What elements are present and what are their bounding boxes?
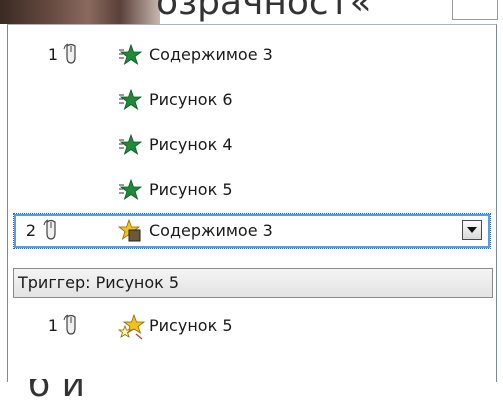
animation-list-item[interactable]: Рисунок 5: [8, 173, 496, 207]
mouse-click-icon: [43, 219, 56, 240]
green-star-entrance-icon: [119, 88, 142, 111]
slide-bottom-text: б й: [28, 379, 86, 401]
green-star-entrance-icon: [119, 43, 142, 66]
animation-label: Содержимое 3: [149, 45, 273, 64]
green-star-entrance-icon: [119, 178, 142, 201]
step-number: 2: [25, 221, 36, 240]
slide-shape: [452, 0, 498, 20]
animation-label: Рисунок 6: [149, 90, 233, 109]
step-number: 1: [47, 45, 58, 64]
trigger-animation-item[interactable]: 1 Рисунок 5: [8, 309, 496, 343]
step-number: 1: [47, 316, 58, 335]
slide-top-strip: озрачност«: [0, 0, 503, 24]
yellow-stars-emphasis-icon: [118, 314, 146, 340]
animation-list-item[interactable]: 1 Содержимое 3: [8, 38, 496, 72]
slide-bottom-strip: б й: [0, 379, 503, 401]
animation-list-item[interactable]: Рисунок 6: [8, 83, 496, 117]
animation-label: Содержимое 3: [149, 221, 273, 240]
mouse-click-icon: [63, 314, 76, 335]
animation-list-item-selected[interactable]: 2 Содержимое 3: [13, 213, 491, 249]
yellow-star-emphasis-icon: [118, 219, 141, 242]
animation-label: Рисунок 5: [149, 180, 233, 199]
animation-pane: 1 Содержимое 3 Рисунок 6 Рисунок 4 Рисун…: [7, 24, 497, 382]
green-star-entrance-icon: [119, 133, 142, 156]
trigger-header[interactable]: Триггер: Рисунок 5: [13, 268, 493, 298]
slide-top-text: озрачност«: [156, 0, 372, 23]
animation-list-item[interactable]: Рисунок 4: [8, 128, 496, 162]
slide-photo: [0, 0, 160, 24]
animation-label: Рисунок 4: [149, 135, 233, 154]
animation-label: Рисунок 5: [149, 316, 233, 335]
chevron-down-icon: [467, 227, 477, 233]
trigger-label: Триггер: Рисунок 5: [18, 273, 180, 292]
mouse-click-icon: [63, 43, 76, 64]
dropdown-button[interactable]: [462, 220, 482, 240]
